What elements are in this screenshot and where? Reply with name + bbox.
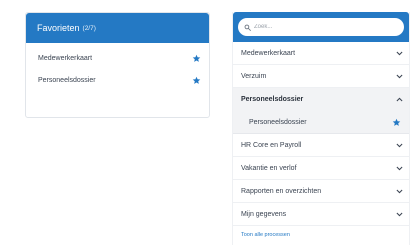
process-item-verzuim[interactable]: Verzuim xyxy=(233,65,409,88)
search-icon xyxy=(244,24,251,31)
favorite-item-medewerkerkaart[interactable]: Medewerkerkaart xyxy=(26,47,209,69)
process-subitem-personeelsdossier[interactable]: Personeelsdossier xyxy=(233,111,409,134)
chevron-down-icon xyxy=(396,74,403,78)
page: Favorieten (2/7) Medewerkerkaart Persone… xyxy=(0,0,412,245)
process-item-label: HR Core en Payroll xyxy=(241,141,302,149)
process-item-medewerkerkaart[interactable]: Medewerkerkaart xyxy=(233,42,409,65)
process-item-rapporten-en-overzichten[interactable]: Rapporten en overzichten xyxy=(233,180,409,203)
process-item-vakantie-en-verlof[interactable]: Vakantie en verlof xyxy=(233,157,409,180)
star-icon[interactable] xyxy=(192,76,201,85)
process-item-personeelsdossier[interactable]: Personeelsdossier xyxy=(233,88,409,111)
process-item-hr-core-en-payroll[interactable]: HR Core en Payroll xyxy=(233,134,409,157)
chevron-up-icon xyxy=(396,97,403,102)
process-item-label: Mijn gegevens xyxy=(241,210,287,218)
process-subitem-label: Personeelsdossier xyxy=(249,118,307,126)
process-item-label: Medewerkerkaart xyxy=(241,49,296,57)
favorites-list: Medewerkerkaart Personeelsdossier xyxy=(26,43,209,91)
search-bar xyxy=(233,12,409,42)
process-item-label: Personeelsdossier xyxy=(241,96,304,103)
process-item-label: Verzuim xyxy=(241,72,267,80)
favorite-item-personeelsdossier[interactable]: Personeelsdossier xyxy=(26,69,209,91)
chevron-down-icon xyxy=(396,51,403,55)
process-item-label: Vakantie en verlof xyxy=(241,164,297,172)
favorites-title: Favorieten xyxy=(37,23,80,33)
favorite-item-label: Medewerkerkaart xyxy=(38,54,93,62)
favorites-count: (2/7) xyxy=(82,24,96,32)
star-icon[interactable] xyxy=(392,118,401,127)
chevron-down-icon xyxy=(396,143,403,147)
search-input[interactable] xyxy=(254,24,384,30)
favorites-panel: Favorieten (2/7) Medewerkerkaart Persone… xyxy=(25,12,210,118)
show-all-processes-link[interactable]: Toon alle processen xyxy=(233,226,409,244)
star-icon[interactable] xyxy=(192,54,201,63)
process-item-mijn-gegevens[interactable]: Mijn gegevens xyxy=(233,203,409,226)
search-box[interactable] xyxy=(238,18,404,36)
favorite-item-label: Personeelsdossier xyxy=(38,76,96,84)
process-item-label: Rapporten en overzichten xyxy=(241,187,322,195)
chevron-down-icon xyxy=(396,212,403,216)
chevron-down-icon xyxy=(396,189,403,193)
processes-panel: Medewerkerkaart Verzuim Personeelsdossie… xyxy=(232,12,410,245)
chevron-down-icon xyxy=(396,166,403,170)
favorites-header: Favorieten (2/7) xyxy=(26,13,209,43)
